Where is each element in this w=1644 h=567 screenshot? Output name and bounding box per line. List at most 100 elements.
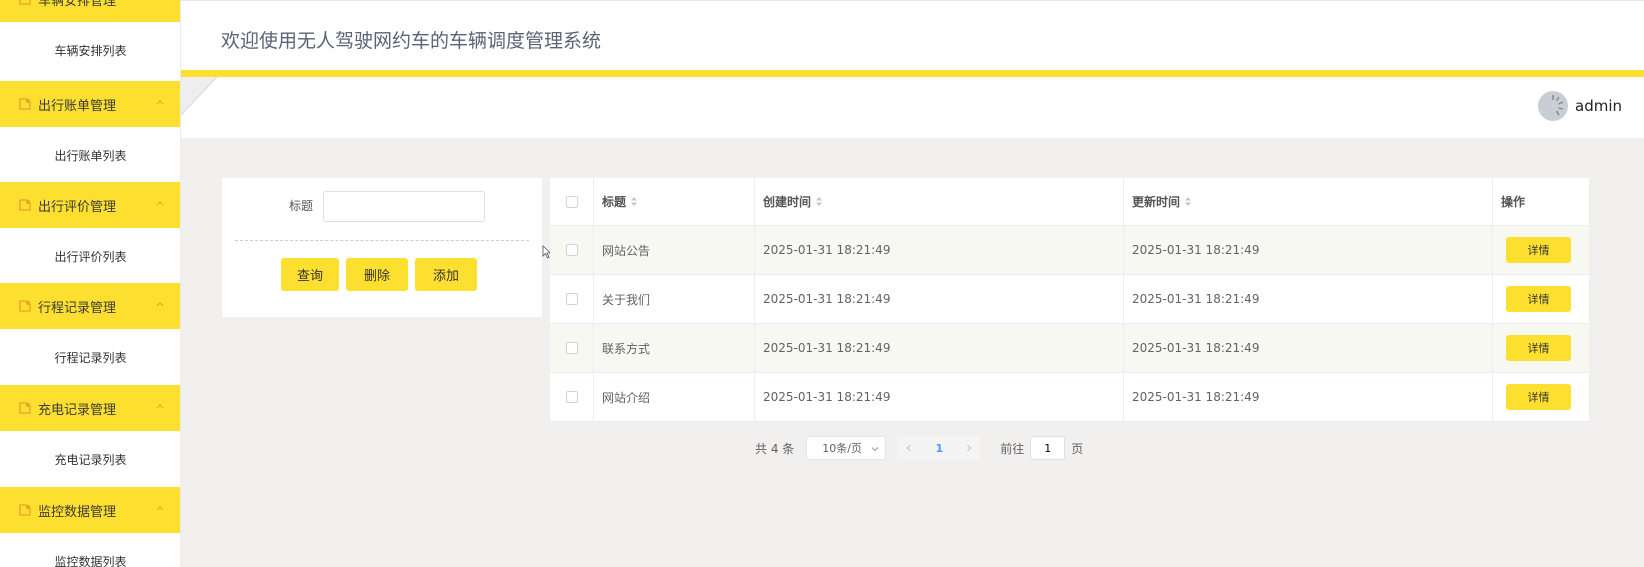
chevron-up-icon <box>156 100 164 105</box>
sidebar-item-vehicle-arrangement-list[interactable]: 车辆安排列表 <box>0 22 180 78</box>
column-header-title[interactable]: 标题 <box>594 178 755 225</box>
menu-group-charging-record: 充电记录管理 充电记录列表 <box>0 385 180 487</box>
sidebar-item-trip-bill-list[interactable]: 出行账单列表 <box>0 127 180 183</box>
menu-header-vehicle-arrangement[interactable]: 车辆安排管理 <box>0 0 180 22</box>
menu-header-trip-bill[interactable]: 出行账单管理 <box>0 81 180 127</box>
sidebar-item-trip-review-list[interactable]: 出行评价列表 <box>0 228 180 284</box>
menu-group-vehicle-arrangement: 车辆安排管理 车辆安排列表 <box>0 0 180 78</box>
cell-updated: 2025-01-31 18:21:49 <box>1124 275 1493 323</box>
sidebar-item-charging-record-list[interactable]: 充电记录列表 <box>0 431 180 487</box>
column-header-op: 操作 <box>1493 178 1589 225</box>
page-size-value: 10条/页 <box>822 442 862 455</box>
cell-title: 网站公告 <box>594 226 755 274</box>
row-checkbox[interactable] <box>565 293 578 305</box>
title-search-input[interactable] <box>323 191 485 222</box>
cell-title: 关于我们 <box>594 275 755 323</box>
data-table: 标题 创建时间 更新时间 操作 网站公告 2025-01-31 18:21:49… <box>550 178 1589 422</box>
menu-header-label: 出行评价管理 <box>38 199 117 215</box>
avatar-icon <box>1538 91 1568 121</box>
menu-header-label: 车辆安排管理 <box>38 0 117 9</box>
document-icon <box>19 98 31 110</box>
detail-button[interactable]: 详情 <box>1506 237 1571 263</box>
document-icon <box>19 199 31 211</box>
search-panel: 标题 查询 删除 添加 <box>222 178 542 317</box>
cell-op: 详情 <box>1493 275 1589 323</box>
detail-button[interactable]: 详情 <box>1506 286 1571 312</box>
column-header-label: 创建时间 <box>763 195 812 209</box>
detail-button[interactable]: 详情 <box>1506 335 1571 361</box>
cell-created: 2025-01-31 18:21:49 <box>755 373 1124 421</box>
chevron-left-icon <box>906 444 912 452</box>
add-button[interactable]: 添加 <box>415 258 477 291</box>
goto-page-input[interactable] <box>1030 436 1066 460</box>
sub-header: admin <box>181 77 1644 138</box>
row-checkbox[interactable] <box>565 244 578 256</box>
cell-op: 详情 <box>1493 373 1589 421</box>
cell-updated: 2025-01-31 18:21:49 <box>1124 373 1493 421</box>
row-check-cell <box>550 226 594 274</box>
table-row: 网站公告 2025-01-31 18:21:49 2025-01-31 18:2… <box>550 226 1589 275</box>
next-page-button[interactable] <box>958 436 981 460</box>
sort-icon <box>1185 197 1192 206</box>
page-number-current[interactable]: 1 <box>920 436 959 460</box>
row-checkbox[interactable] <box>565 342 578 354</box>
cell-created: 2025-01-31 18:21:49 <box>755 324 1124 372</box>
cell-title: 网站介绍 <box>594 373 755 421</box>
column-header-label: 标题 <box>602 195 627 209</box>
sidebar-item-monitoring-data-list[interactable]: 监控数据列表 <box>0 533 180 567</box>
header-check-cell <box>550 178 594 225</box>
sidebar-item-trip-record-list[interactable]: 行程记录列表 <box>0 329 180 385</box>
top-header: 欢迎使用无人驾驶网约车的车辆调度管理系统 <box>181 0 1644 70</box>
menu-group-trip-record: 行程记录管理 行程记录列表 <box>0 283 180 385</box>
query-button[interactable]: 查询 <box>281 258 339 291</box>
table-header-row: 标题 创建时间 更新时间 操作 <box>550 178 1589 226</box>
menu-header-label: 监控数据管理 <box>38 504 117 520</box>
pagination: 共 4 条 10条/页 1 前往 页 <box>755 436 1083 460</box>
cell-created: 2025-01-31 18:21:49 <box>755 275 1124 323</box>
divider <box>235 240 529 241</box>
chevron-up-icon <box>155 0 165 2</box>
row-check-cell <box>550 373 594 421</box>
cell-title: 联系方式 <box>594 324 755 372</box>
column-header-created[interactable]: 创建时间 <box>755 178 1124 225</box>
page-suffix-label: 页 <box>1071 441 1084 456</box>
menu-header-label: 出行账单管理 <box>38 98 117 114</box>
menu-header-label: 行程记录管理 <box>38 300 117 316</box>
document-icon <box>19 402 31 414</box>
table-row: 关于我们 2025-01-31 18:21:49 2025-01-31 18:2… <box>550 275 1589 324</box>
menu-header-monitoring-data[interactable]: 监控数据管理 <box>0 487 180 533</box>
menu-group-trip-review: 出行评价管理 出行评价列表 <box>0 182 180 284</box>
document-icon <box>19 300 31 312</box>
menu-group-monitoring-data: 监控数据管理 监控数据列表 <box>0 487 180 567</box>
sort-icon <box>816 197 823 206</box>
select-all-checkbox[interactable] <box>565 195 578 208</box>
prev-page-button[interactable] <box>898 436 921 460</box>
delete-button[interactable]: 删除 <box>346 258 408 291</box>
table-row: 网站介绍 2025-01-31 18:21:49 2025-01-31 18:2… <box>550 373 1589 422</box>
fold-corner-icon[interactable] <box>181 77 217 115</box>
app: 车辆安排管理 车辆安排列表 出行账单管理 出行账单列表 出行评价管理 出行评价列… <box>0 0 1644 567</box>
chevron-up-icon <box>156 506 164 511</box>
header-accent-bar <box>181 70 1644 77</box>
document-icon <box>19 0 31 5</box>
menu-header-label: 充电记录管理 <box>38 402 117 418</box>
sort-icon <box>631 197 638 206</box>
sidebar: 车辆安排管理 车辆安排列表 出行账单管理 出行账单列表 出行评价管理 出行评价列… <box>0 0 181 567</box>
column-header-updated[interactable]: 更新时间 <box>1124 178 1493 225</box>
chevron-up-icon <box>156 302 164 307</box>
user-name: admin <box>1575 97 1622 115</box>
chevron-down-icon <box>871 447 879 452</box>
menu-header-trip-record[interactable]: 行程记录管理 <box>0 283 180 329</box>
table-row: 联系方式 2025-01-31 18:21:49 2025-01-31 18:2… <box>550 324 1589 373</box>
menu-header-charging-record[interactable]: 充电记录管理 <box>0 385 180 431</box>
detail-button[interactable]: 详情 <box>1506 384 1571 410</box>
menu-header-trip-review[interactable]: 出行评价管理 <box>0 182 180 228</box>
row-checkbox[interactable] <box>565 391 578 403</box>
chevron-up-icon <box>156 201 164 206</box>
page-size-select[interactable]: 10条/页 <box>806 436 887 460</box>
cell-updated: 2025-01-31 18:21:49 <box>1124 226 1493 274</box>
chevron-up-icon <box>156 404 164 409</box>
user-menu[interactable]: admin <box>1537 90 1622 122</box>
goto-label: 前往 <box>1000 441 1025 456</box>
row-check-cell <box>550 275 594 323</box>
